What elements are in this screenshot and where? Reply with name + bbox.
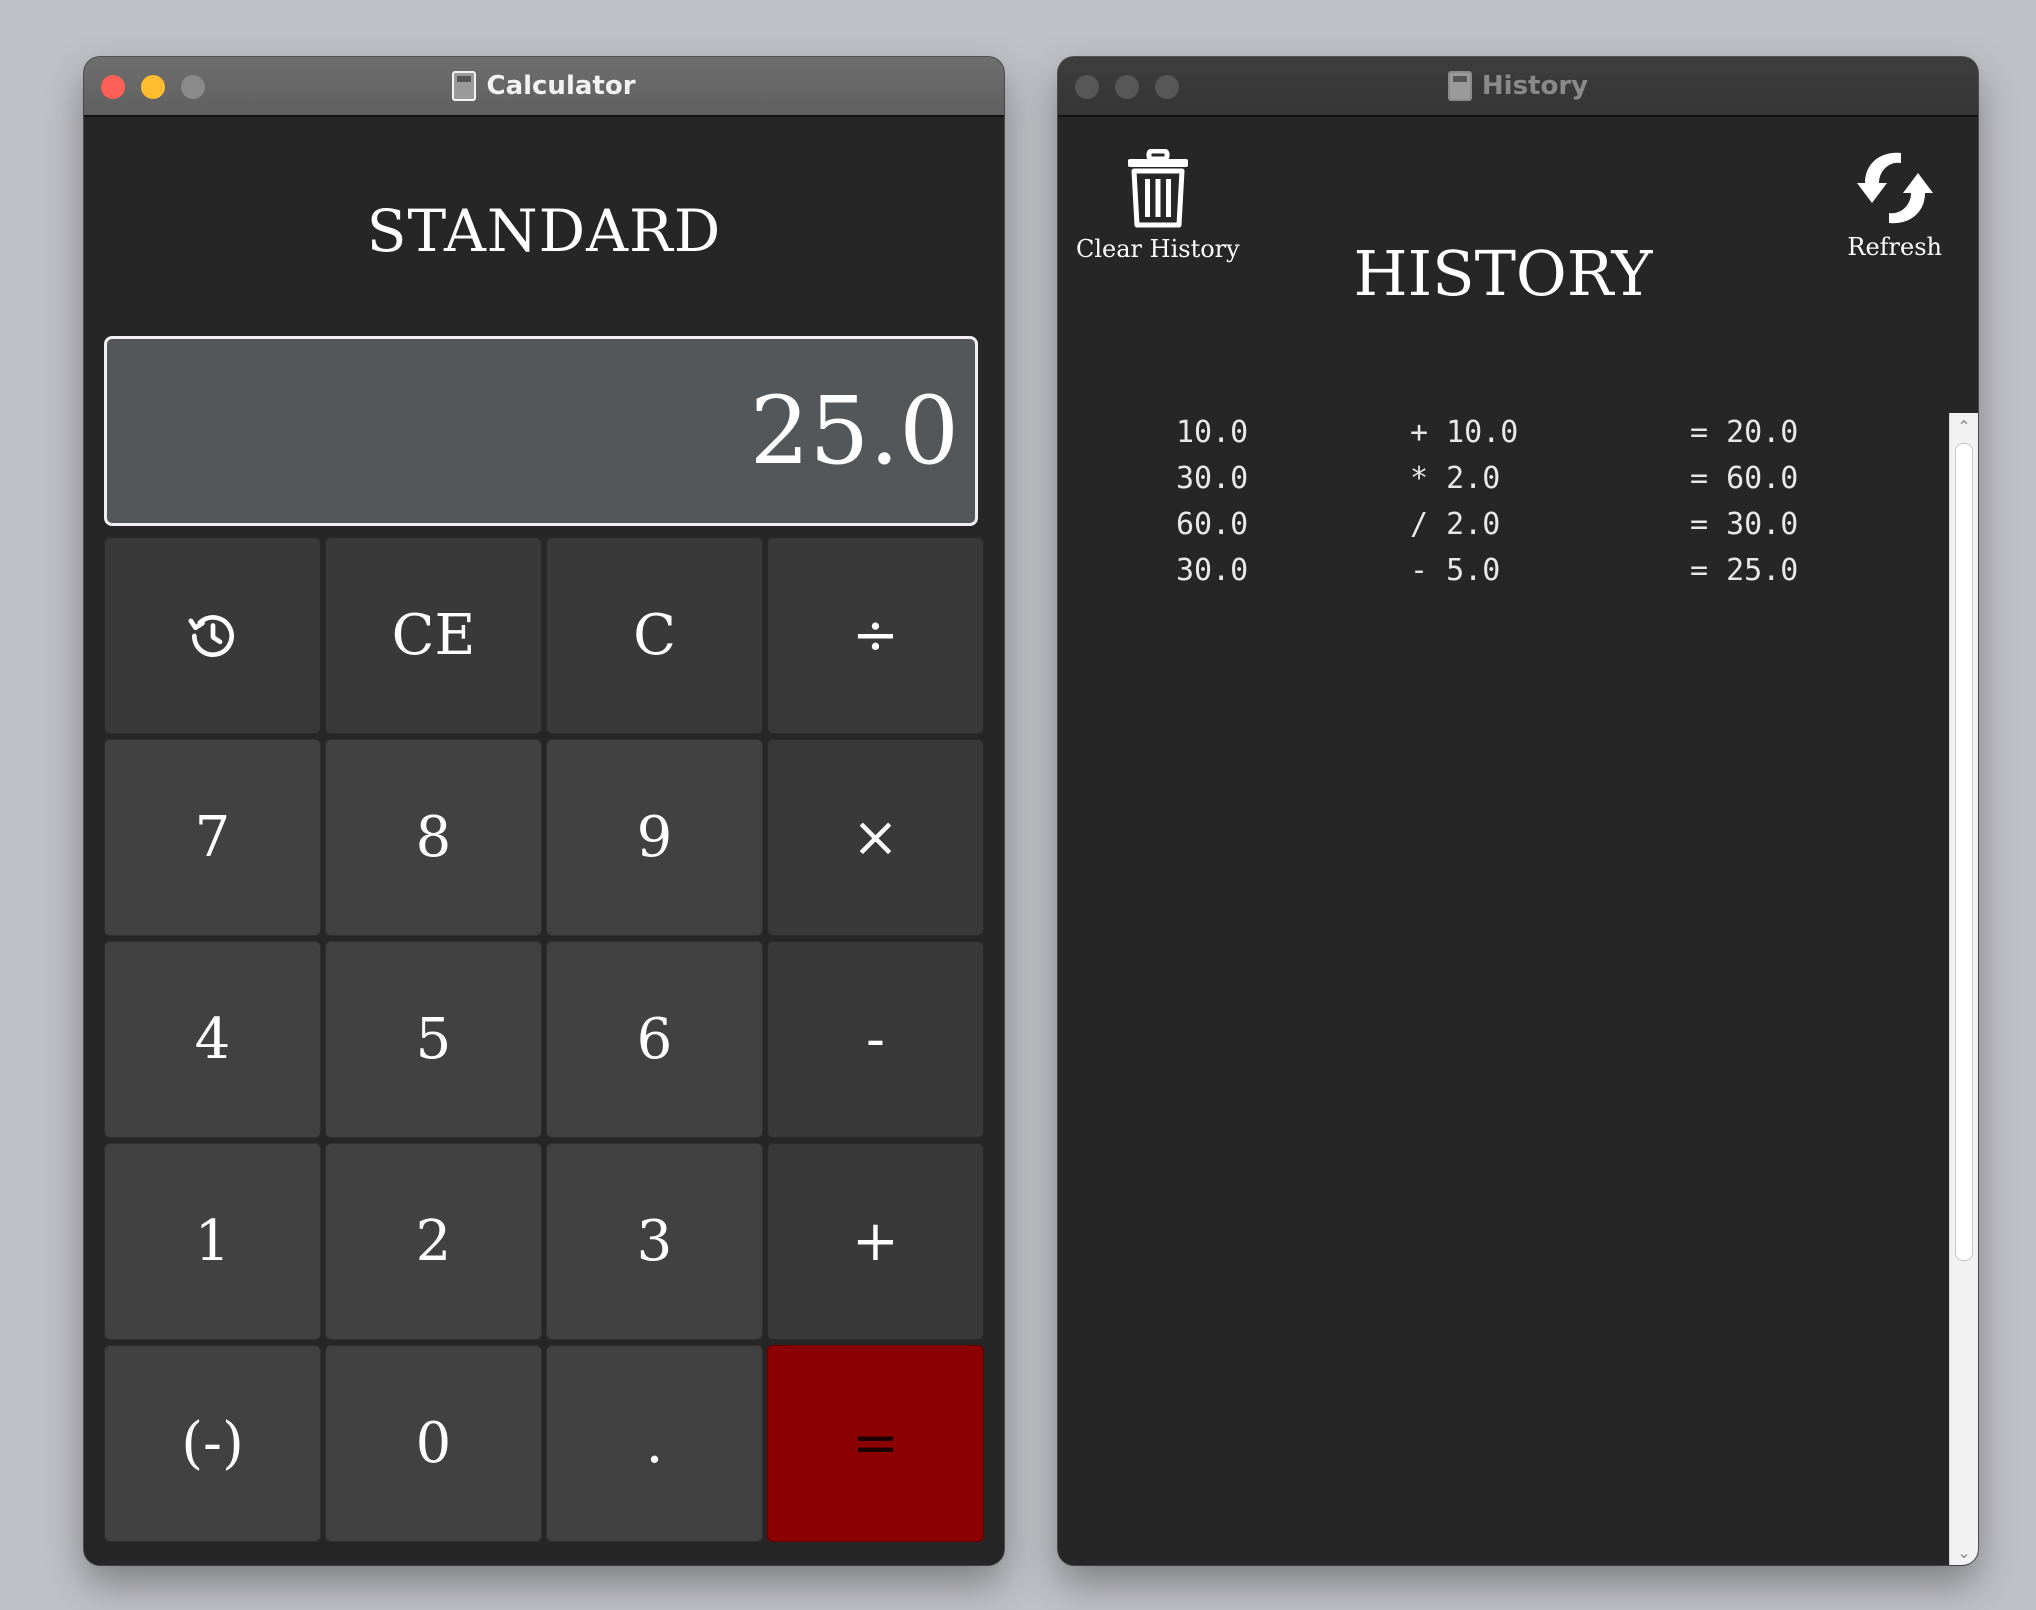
history-operand: 30.0: [1176, 553, 1249, 588]
titlebar[interactable]: History: [1058, 57, 1978, 117]
vertical-scrollbar[interactable]: ⌃ ⌄: [1949, 413, 1978, 1565]
history-entry[interactable]: 30.0 - 5.0 = 25.0: [1058, 553, 1948, 599]
history-window: History Clear History Refresh HISTORY 10…: [1058, 57, 1978, 1565]
history-operation: / 2.0: [1410, 507, 1501, 542]
multiply-button[interactable]: ×: [767, 739, 984, 936]
subtract-button[interactable]: -: [767, 941, 984, 1138]
calculator-window: Calculator STANDARD 25.0 CE C ÷ 7 8 9 × …: [84, 57, 1004, 1565]
scroll-up-icon[interactable]: ⌃: [1950, 415, 1978, 437]
window-title-text: History: [1481, 71, 1589, 101]
window-title: History: [1058, 57, 1978, 115]
digit-4-button[interactable]: 4: [104, 941, 321, 1138]
history-result: = 30.0: [1690, 507, 1799, 542]
digit-3-button[interactable]: 3: [546, 1143, 763, 1340]
window-title: Calculator: [84, 57, 1004, 115]
history-operation: + 10.0: [1410, 415, 1519, 450]
refresh-icon: [1856, 152, 1933, 224]
digit-6-button[interactable]: 6: [546, 941, 763, 1138]
history-entry[interactable]: 30.0 * 2.0 = 60.0: [1058, 461, 1948, 507]
calculator-app-icon: [452, 71, 477, 101]
clear-button[interactable]: C: [546, 537, 763, 734]
keypad: CE C ÷ 7 8 9 × 4 5 6 - 1 2 3 + (-) 0 . =: [104, 537, 984, 1542]
history-entry[interactable]: 10.0 + 10.0 = 20.0: [1058, 415, 1948, 461]
digit-5-button[interactable]: 5: [325, 941, 542, 1138]
digit-9-button[interactable]: 9: [546, 739, 763, 936]
divide-button[interactable]: ÷: [767, 537, 984, 734]
history-entry[interactable]: 60.0 / 2.0 = 30.0: [1058, 507, 1948, 553]
scroll-thumb[interactable]: [1955, 443, 1973, 1261]
history-operation: * 2.0: [1410, 461, 1501, 496]
equals-button[interactable]: =: [767, 1345, 984, 1542]
digit-1-button[interactable]: 1: [104, 1143, 321, 1340]
history-result: = 25.0: [1690, 553, 1799, 588]
history-result: = 60.0: [1690, 461, 1799, 496]
digit-0-button[interactable]: 0: [325, 1345, 542, 1542]
add-button[interactable]: +: [767, 1143, 984, 1340]
history-button[interactable]: [104, 537, 321, 734]
mode-title: STANDARD: [366, 197, 722, 265]
history-operand: 30.0: [1176, 461, 1249, 496]
window-title-text: Calculator: [486, 71, 636, 101]
display: 25.0: [104, 336, 978, 526]
negate-button[interactable]: (-): [104, 1345, 321, 1542]
history-icon: [188, 614, 234, 657]
clear-entry-button[interactable]: CE: [325, 537, 542, 734]
history-list: 10.0 + 10.0 = 20.0 30.0 * 2.0 = 60.0 60.…: [1058, 415, 1948, 599]
history-operand: 10.0: [1176, 415, 1249, 450]
titlebar[interactable]: Calculator: [84, 57, 1004, 117]
trash-icon: [1127, 149, 1188, 228]
history-heading: HISTORY: [1353, 237, 1653, 310]
decimal-button[interactable]: .: [546, 1345, 763, 1542]
digit-8-button[interactable]: 8: [325, 739, 542, 936]
digit-7-button[interactable]: 7: [104, 739, 321, 936]
history-operation: - 5.0: [1410, 553, 1501, 588]
scroll-down-icon[interactable]: ⌄: [1950, 1541, 1978, 1563]
history-operand: 60.0: [1176, 507, 1249, 542]
digit-2-button[interactable]: 2: [325, 1143, 542, 1340]
calculator-app-icon: [1447, 71, 1472, 101]
history-result: = 20.0: [1690, 415, 1799, 450]
